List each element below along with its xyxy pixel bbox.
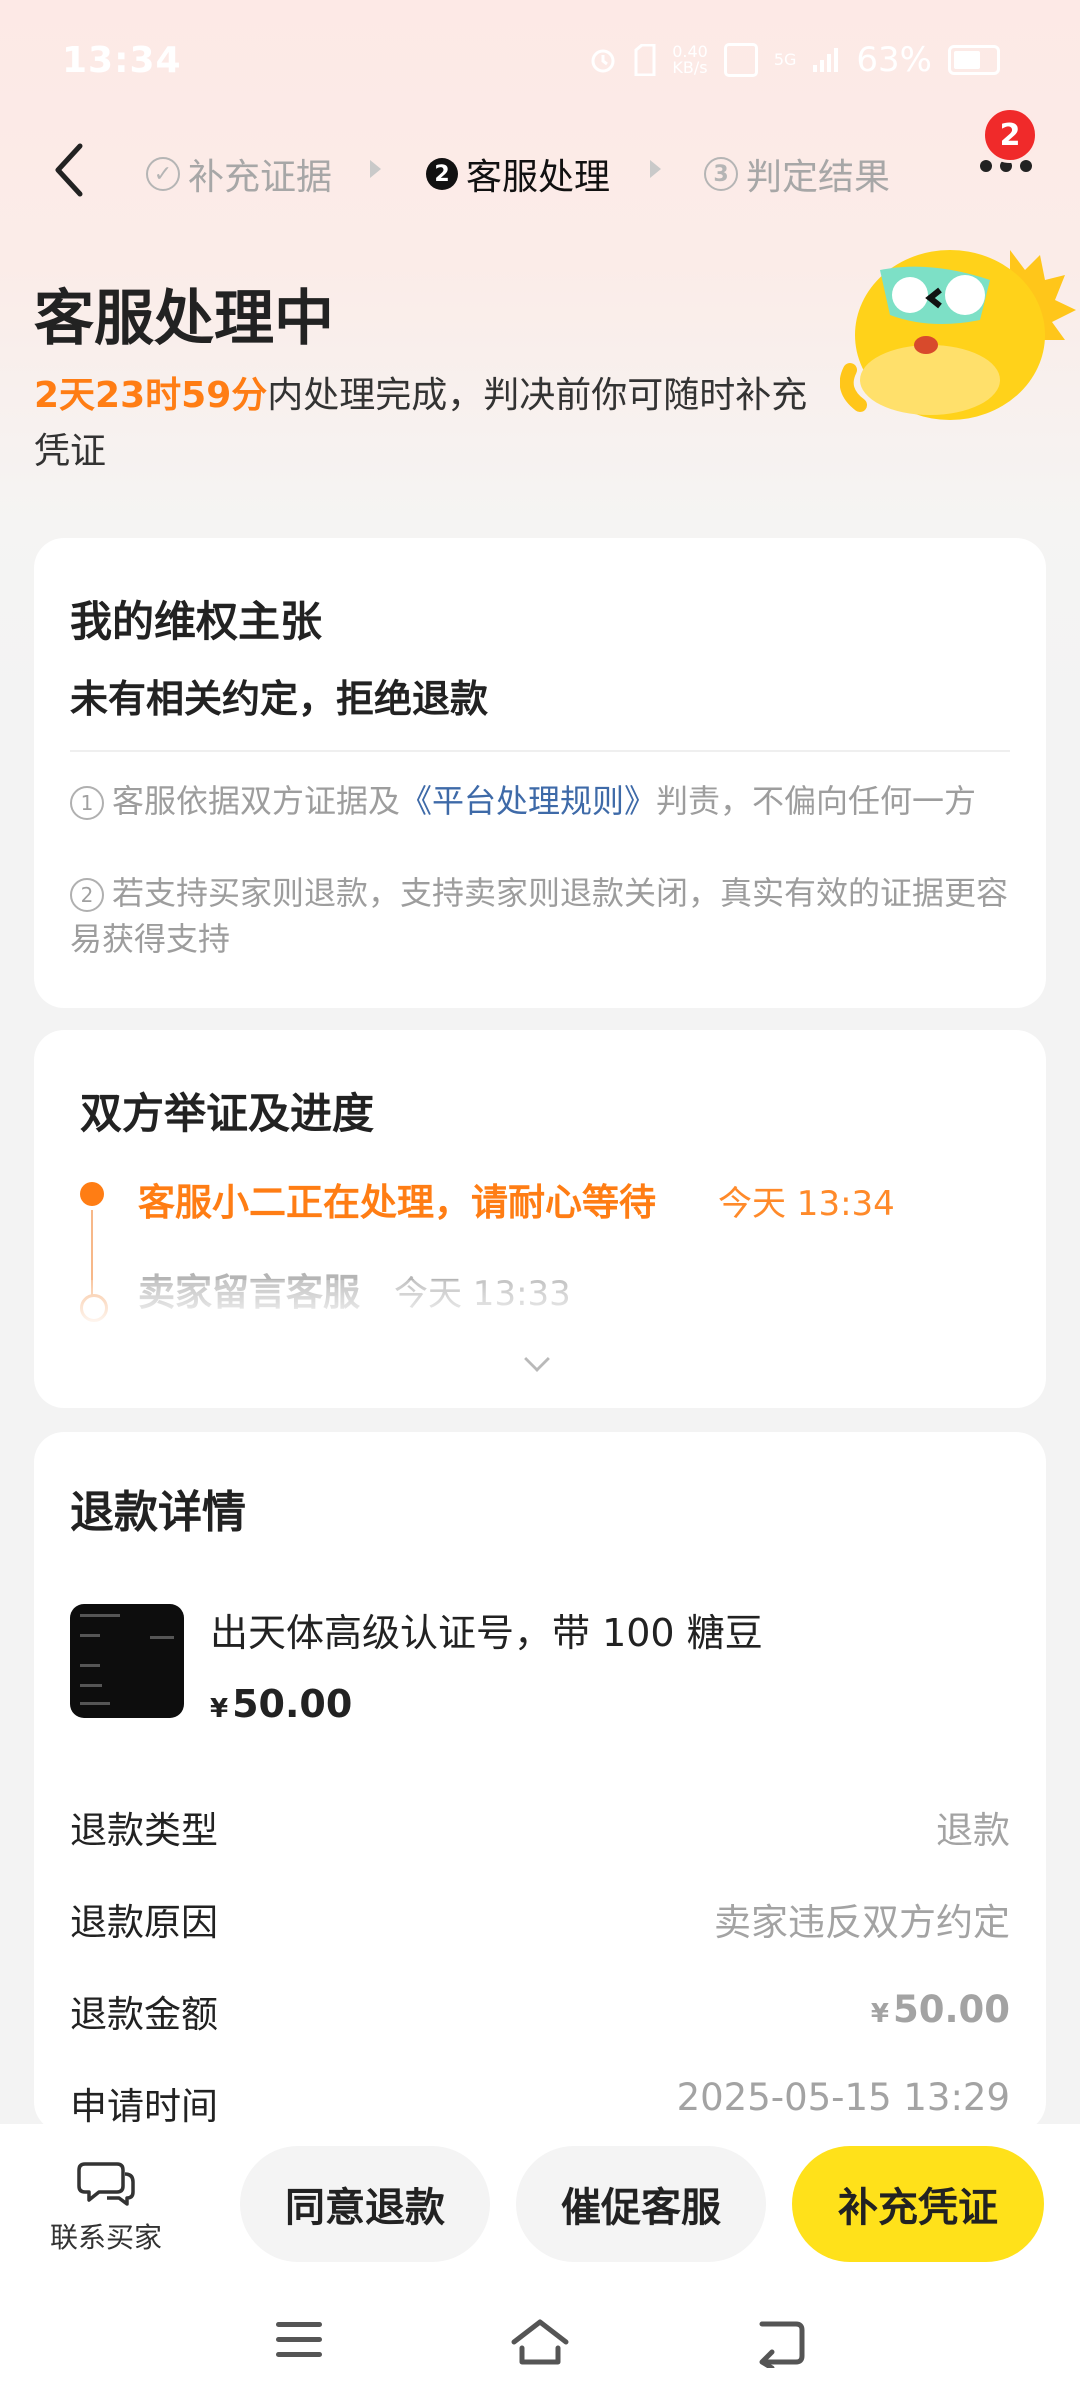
progress-card-title: 双方举证及进度 — [80, 1089, 375, 1138]
timeline-dot-active — [80, 1182, 104, 1206]
product-thumbnail[interactable] — [70, 1604, 184, 1718]
supplement-evidence-button[interactable]: 补充凭证 — [792, 2146, 1044, 2262]
refund-details-card: 退款详情 出天体高级认证号，带 100 糖豆 ¥50.00 退款类型 退款 退款… — [34, 1432, 1046, 2132]
note-1: 1 客服依据双方证据及《平台处理规则》判责，不偏向任何一方 — [70, 778, 1010, 824]
menu-icon[interactable] — [276, 2322, 322, 2367]
circle-number-icon: 2 — [70, 878, 104, 912]
step-verdict-result: 3 判定结果 — [704, 148, 890, 200]
platform-rules-link[interactable]: 《平台处理规则》 — [400, 782, 656, 820]
sim-icon — [634, 44, 656, 76]
signal-label: 5G — [773, 50, 797, 69]
refund-type-label: 退款类型 — [70, 1809, 218, 1852]
expand-chevron-icon[interactable] — [524, 1346, 550, 1372]
check-circle-icon: ✓ — [146, 157, 180, 191]
page-title: 客服处理中 — [34, 284, 334, 354]
contact-buyer-button[interactable]: 联系买家 — [36, 2158, 176, 2256]
chat-icon — [77, 2162, 135, 2206]
alarm-icon — [591, 49, 615, 73]
step-arrow-icon — [370, 160, 381, 178]
progress-card: 双方举证及进度 客服小二正在处理，请耐心等待 今天 13:34 卖家留言客服 今… — [34, 1030, 1046, 1408]
circle-number-icon: 1 — [70, 786, 104, 820]
product-name[interactable]: 出天体高级认证号，带 100 糖豆 — [210, 1602, 763, 1657]
step-number: 3 — [704, 157, 738, 191]
home-icon[interactable] — [510, 2316, 570, 2368]
bottom-action-bar: 联系买家 同意退款 催促客服 补充凭证 — [0, 2124, 1080, 2274]
status-time: 13:34 — [62, 40, 182, 81]
signal-icon — [813, 48, 839, 72]
step-label: 补充证据 — [188, 157, 333, 198]
battery-percent: 63% — [856, 40, 932, 80]
step-label: 客服处理 — [466, 157, 611, 198]
refund-type-value: 退款 — [936, 1809, 1010, 1852]
progress-item-text: 客服小二正在处理，请耐心等待 — [138, 1181, 656, 1224]
back-nav-icon[interactable] — [752, 2316, 806, 2368]
refund-card-title: 退款详情 — [70, 1487, 246, 1538]
step-arrow-icon — [650, 160, 661, 178]
mascot-fish-icon — [840, 250, 1076, 420]
claim-text: 未有相关约定，拒绝退款 — [70, 677, 489, 721]
step-label: 判定结果 — [746, 157, 891, 198]
apply-time-value: 2025-05-15 13:29 — [676, 2076, 1010, 2119]
processing-description: 2天23时59分内处理完成，判决前你可随时补充凭证 — [34, 375, 808, 472]
refund-reason-label: 退款原因 — [70, 1901, 218, 1944]
status-icons: 0.40 KB/s 5G 63% — [588, 40, 1000, 80]
refund-reason-value: 卖家违反双方约定 — [714, 1901, 1010, 1944]
notification-badge: 2 — [982, 107, 1038, 163]
step-service-processing: 2 客服处理 — [426, 148, 610, 200]
countdown: 2天23时59分 — [34, 375, 268, 416]
refund-amount-value: ¥50.00 — [870, 1988, 1010, 2031]
claim-card-title: 我的维权主张 — [70, 597, 323, 646]
battery-icon — [948, 45, 1000, 75]
agree-refund-button[interactable]: 同意退款 — [240, 2146, 490, 2262]
progress-item-time: 今天 13:34 — [718, 1184, 895, 1224]
note-2: 2 若支持买家则退款，支持卖家则退款关闭，真实有效的证据更容易获得支持 — [70, 874, 1009, 958]
divider — [70, 750, 1010, 752]
system-nav-bar — [0, 2274, 1080, 2408]
net-speed: 0.40 KB/s — [672, 42, 708, 77]
status-bar: 13:34 0.40 KB/s 5G 63% — [0, 0, 1080, 130]
product-price: ¥50.00 — [210, 1682, 353, 1726]
urge-service-button[interactable]: 催促客服 — [516, 2146, 766, 2262]
fade-overlay — [34, 1280, 1046, 1340]
contact-buyer-label: 联系买家 — [49, 2221, 162, 2254]
claim-card: 我的维权主张 未有相关约定，拒绝退款 1 客服依据双方证据及《平台处理规则》判责，… — [34, 538, 1046, 1008]
hd-icon — [723, 43, 758, 77]
back-arrow-icon[interactable] — [46, 140, 96, 200]
refund-amount-label: 退款金额 — [70, 1993, 218, 2036]
step-supplement-evidence: ✓ 补充证据 — [146, 148, 332, 200]
step-number: 2 — [426, 158, 458, 190]
apply-time-label: 申请时间 — [70, 2085, 218, 2128]
